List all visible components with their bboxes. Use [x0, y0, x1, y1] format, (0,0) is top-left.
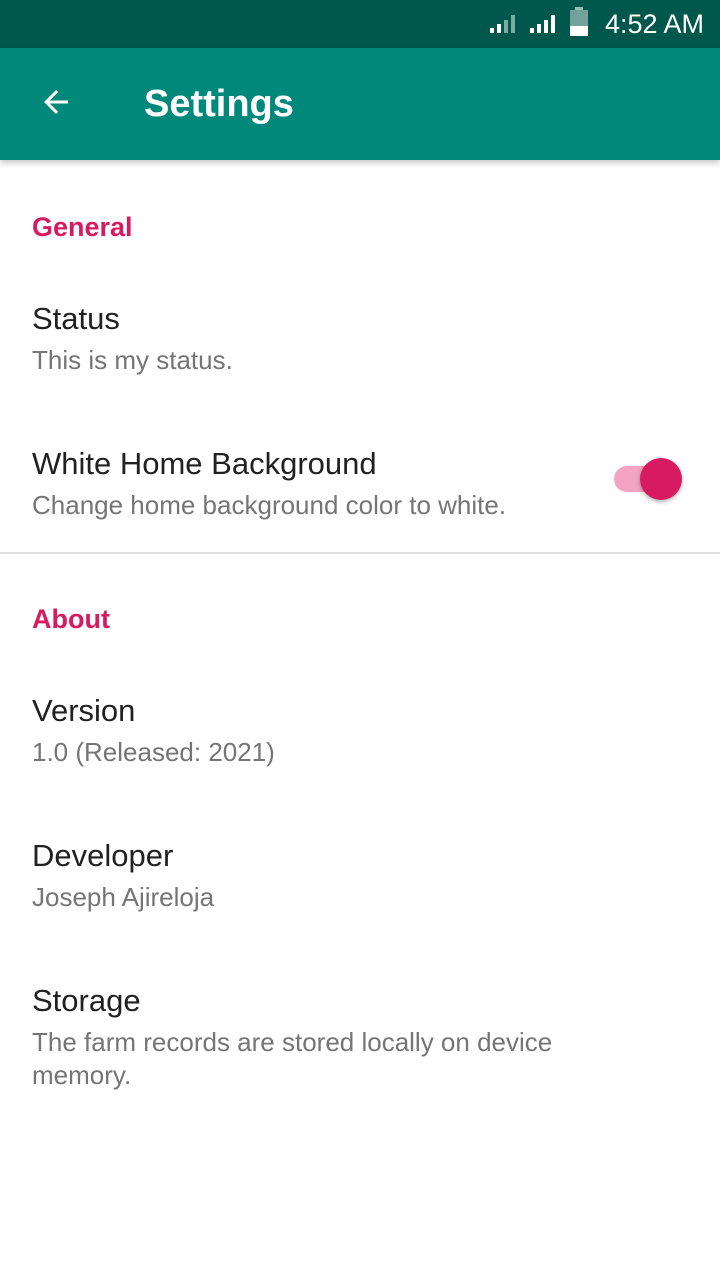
category-general-title: General	[32, 212, 133, 242]
pref-white-background[interactable]: White Home Background Change home backgr…	[0, 410, 720, 545]
pref-white-background-summary: Change home background color to white.	[32, 490, 507, 520]
white-background-switch[interactable]	[614, 458, 682, 500]
pref-version-title: Version	[32, 693, 136, 728]
pref-version-summary: 1.0 (Released: 2021)	[32, 737, 275, 767]
signal-icon	[529, 10, 561, 39]
app-bar: Settings	[0, 48, 720, 160]
pref-storage[interactable]: Storage The farm records are stored loca…	[0, 947, 720, 1097]
status-bar: 4:52 AM	[0, 0, 720, 48]
battery-icon	[569, 6, 589, 42]
status-icons: 4:52 AM	[489, 0, 704, 48]
page-title: Settings	[144, 83, 294, 125]
pref-developer-summary: Joseph Ajireloja	[32, 882, 215, 912]
status-time: 4:52 AM	[604, 8, 704, 39]
pref-developer-title: Developer	[32, 838, 174, 873]
arrow-back-icon	[38, 84, 74, 125]
pref-status-summary: This is my status.	[32, 345, 233, 375]
category-about-title: About	[32, 604, 110, 634]
pref-storage-summary: The farm records are stored locally on d…	[32, 1027, 553, 1090]
signal-icon	[489, 10, 521, 39]
pref-status-title: Status	[32, 301, 120, 336]
category-divider	[0, 552, 720, 554]
pref-developer[interactable]: Developer Joseph Ajireloja	[0, 802, 720, 922]
switch-thumb	[640, 458, 682, 500]
back-button[interactable]	[20, 68, 92, 140]
pref-version[interactable]: Version 1.0 (Released: 2021)	[0, 657, 720, 777]
pref-status[interactable]: Status This is my status.	[0, 265, 720, 385]
pref-storage-title: Storage	[32, 983, 141, 1018]
pref-white-background-title: White Home Background	[32, 446, 377, 481]
